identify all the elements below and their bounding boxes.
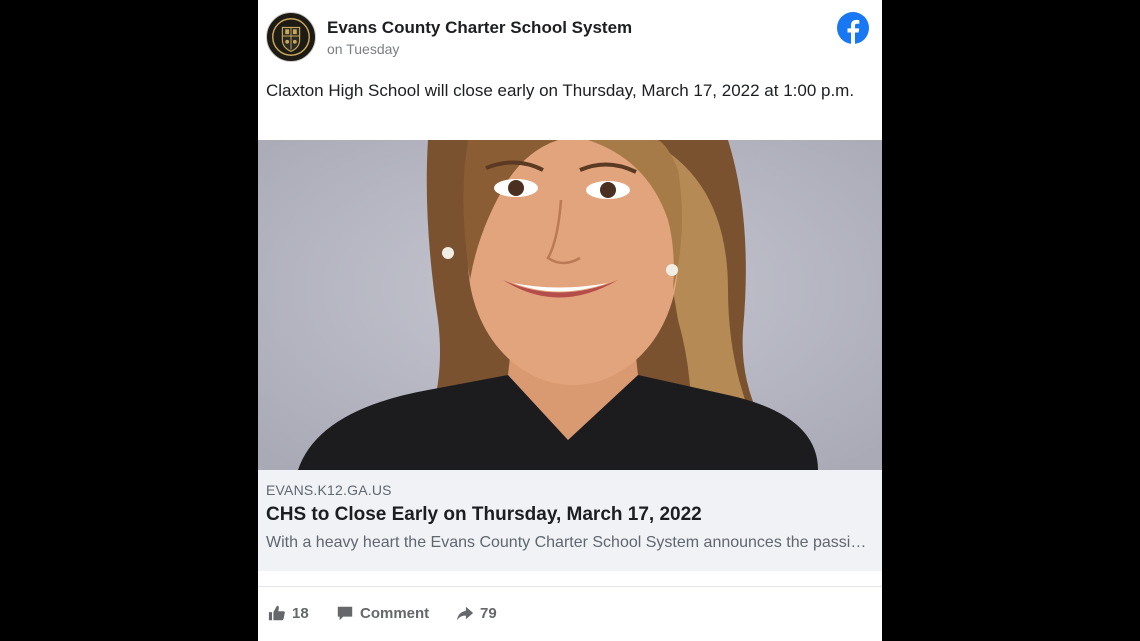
link-description: With a heavy heart the Evans County Char…: [266, 534, 870, 551]
post-actions-bar: 18 Comment 79: [258, 600, 882, 626]
page-name-link[interactable]: Evans County Charter School System: [327, 18, 632, 38]
comment-icon: [337, 606, 353, 621]
divider: [258, 586, 882, 587]
share-count: 79: [480, 604, 497, 622]
school-crest-icon: [267, 13, 315, 61]
link-title[interactable]: CHS to Close Early on Thursday, March 17…: [266, 504, 702, 526]
portrait-photo: [258, 140, 882, 470]
link-preview-image[interactable]: [258, 140, 882, 470]
post-header: Evans County Charter School System on Tu…: [258, 0, 882, 72]
share-button[interactable]: 79: [456, 600, 497, 626]
comment-button[interactable]: Comment: [336, 600, 429, 626]
thumbs-up-icon: [268, 605, 285, 621]
like-count: 18: [292, 604, 309, 622]
facebook-icon[interactable]: [837, 12, 869, 44]
share-arrow-icon: [456, 606, 474, 621]
post-timestamp[interactable]: on Tuesday: [327, 41, 399, 57]
like-button[interactable]: 18: [268, 600, 309, 626]
link-preview-footer[interactable]: EVANS.K12.GA.US CHS to Close Early on Th…: [258, 470, 882, 571]
comment-label: Comment: [360, 604, 430, 622]
post-message: Claxton High School will close early on …: [266, 81, 855, 100]
link-domain: EVANS.K12.GA.US: [266, 482, 392, 498]
page-avatar[interactable]: [266, 12, 316, 62]
facebook-post-card: Evans County Charter School System on Tu…: [258, 0, 882, 641]
